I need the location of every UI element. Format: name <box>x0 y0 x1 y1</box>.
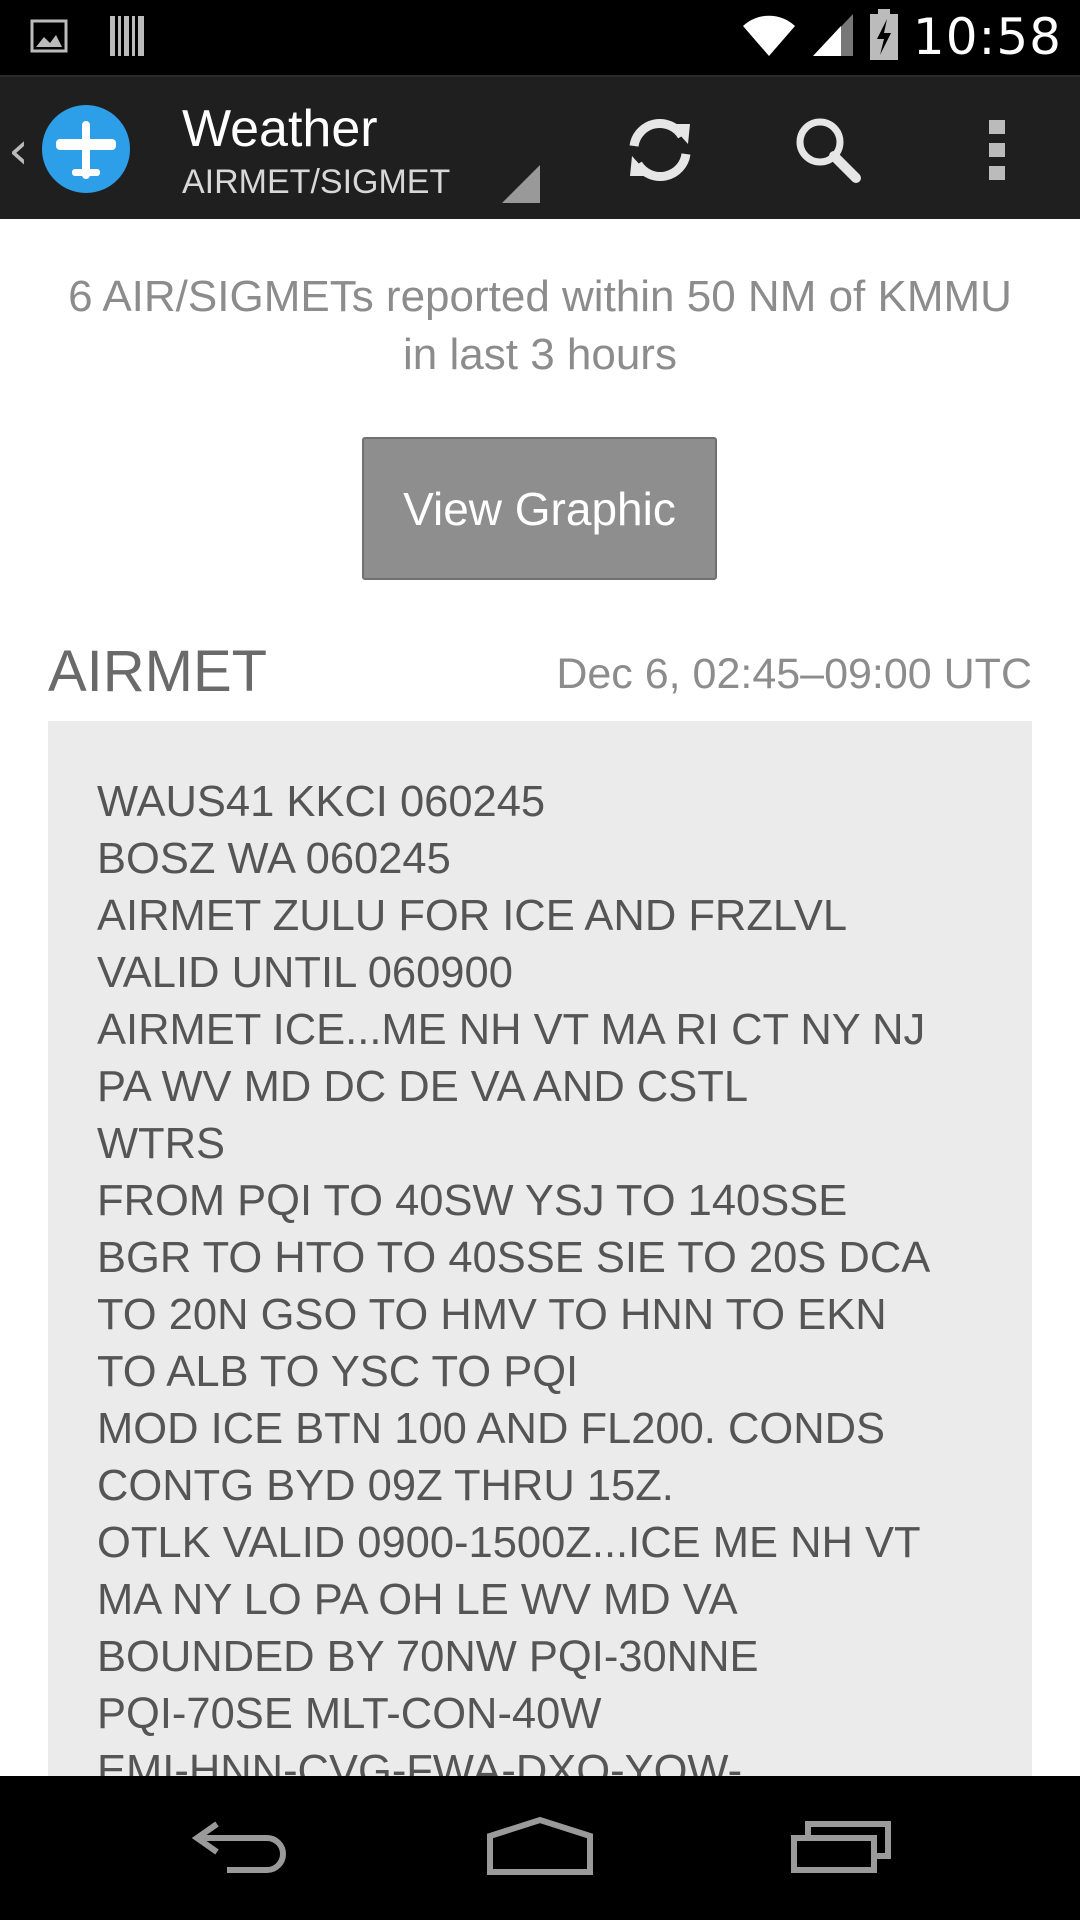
report-text-box: WAUS41 KKCI 060245 BOSZ WA 060245 AIRMET… <box>48 721 1032 1781</box>
section-title: AIRMET <box>48 639 268 704</box>
report-line: MOD ICE BTN 100 AND FL200. CONDS <box>97 1405 886 1453</box>
refresh-icon <box>620 110 700 195</box>
action-bar-subtitle[interactable]: AIRMET/SIGMET <box>182 163 450 202</box>
report-line: BOUNDED BY 70NW PQI-30NNE <box>97 1633 759 1681</box>
report-line: OTLK VALID 0900-1500Z...ICE ME NH VT <box>97 1519 921 1567</box>
action-bar: ‹ Weather AIRMET/SIGMET <box>0 75 1080 219</box>
search-button[interactable] <box>783 107 873 197</box>
status-right-icons: 10:58 <box>741 8 1062 66</box>
wifi-icon <box>741 12 797 63</box>
report-line: CONTG BYD 09Z THRU 15Z. <box>97 1462 674 1510</box>
status-left-icons <box>30 14 148 63</box>
navigation-bar <box>0 1776 1080 1920</box>
search-icon <box>790 112 866 193</box>
spinner-indicator-icon[interactable] <box>502 165 540 203</box>
report-line: PQI-70SE MLT-CON-40W <box>97 1690 602 1738</box>
image-icon <box>30 19 68 58</box>
report-line: BOSZ WA 060245 <box>97 835 451 883</box>
recents-icon <box>790 1818 894 1879</box>
view-graphic-button[interactable]: View Graphic <box>362 437 717 580</box>
barcode-icon <box>108 14 148 63</box>
action-bar-title: Weather <box>182 100 378 158</box>
report-line: TO 20N GSO TO HMV TO HNN TO EKN <box>97 1291 887 1339</box>
report-line: TO ALB TO YSC TO PQI <box>97 1348 579 1396</box>
report-line: WAUS41 KKCI 060245 <box>97 778 546 826</box>
nav-recents-button[interactable] <box>782 1806 902 1890</box>
home-icon <box>484 1816 596 1881</box>
overflow-menu-button[interactable] <box>952 107 1042 197</box>
section-time-range: Dec 6, 02:45–09:00 UTC <box>556 650 1032 698</box>
status-bar: 10:58 <box>0 0 1080 75</box>
report-line: BGR TO HTO TO 40SSE SIE TO 20S DCA <box>97 1234 931 1282</box>
nav-back-button[interactable] <box>179 1806 299 1890</box>
nav-home-button[interactable] <box>480 1806 600 1890</box>
report-line: WTRS <box>97 1120 226 1168</box>
status-time: 10:58 <box>912 8 1062 66</box>
report-line: VALID UNTIL 060900 <box>97 949 513 997</box>
signal-icon <box>811 12 855 63</box>
report-line: MA NY LO PA OH LE WV MD VA <box>97 1576 738 1624</box>
report-line: AIRMET ZULU FOR ICE AND FRZLVL <box>97 892 848 940</box>
back-icon <box>187 1816 291 1881</box>
report-line: FROM PQI TO 40SW YSJ TO 140SSE <box>97 1177 848 1225</box>
battery-charging-icon <box>869 8 899 66</box>
airplane-logo-icon[interactable] <box>42 105 130 193</box>
report-line: PA WV MD DC DE VA AND CSTL <box>97 1063 749 1111</box>
back-chevron-icon[interactable]: ‹ <box>8 121 29 181</box>
refresh-button[interactable] <box>615 107 705 197</box>
overflow-menu-icon <box>987 118 1007 187</box>
summary-text: 6 AIR/SIGMETs reported within 50 NM of K… <box>68 272 1012 379</box>
report-line: AIRMET ICE...ME NH VT MA RI CT NY NJ <box>97 1006 926 1054</box>
